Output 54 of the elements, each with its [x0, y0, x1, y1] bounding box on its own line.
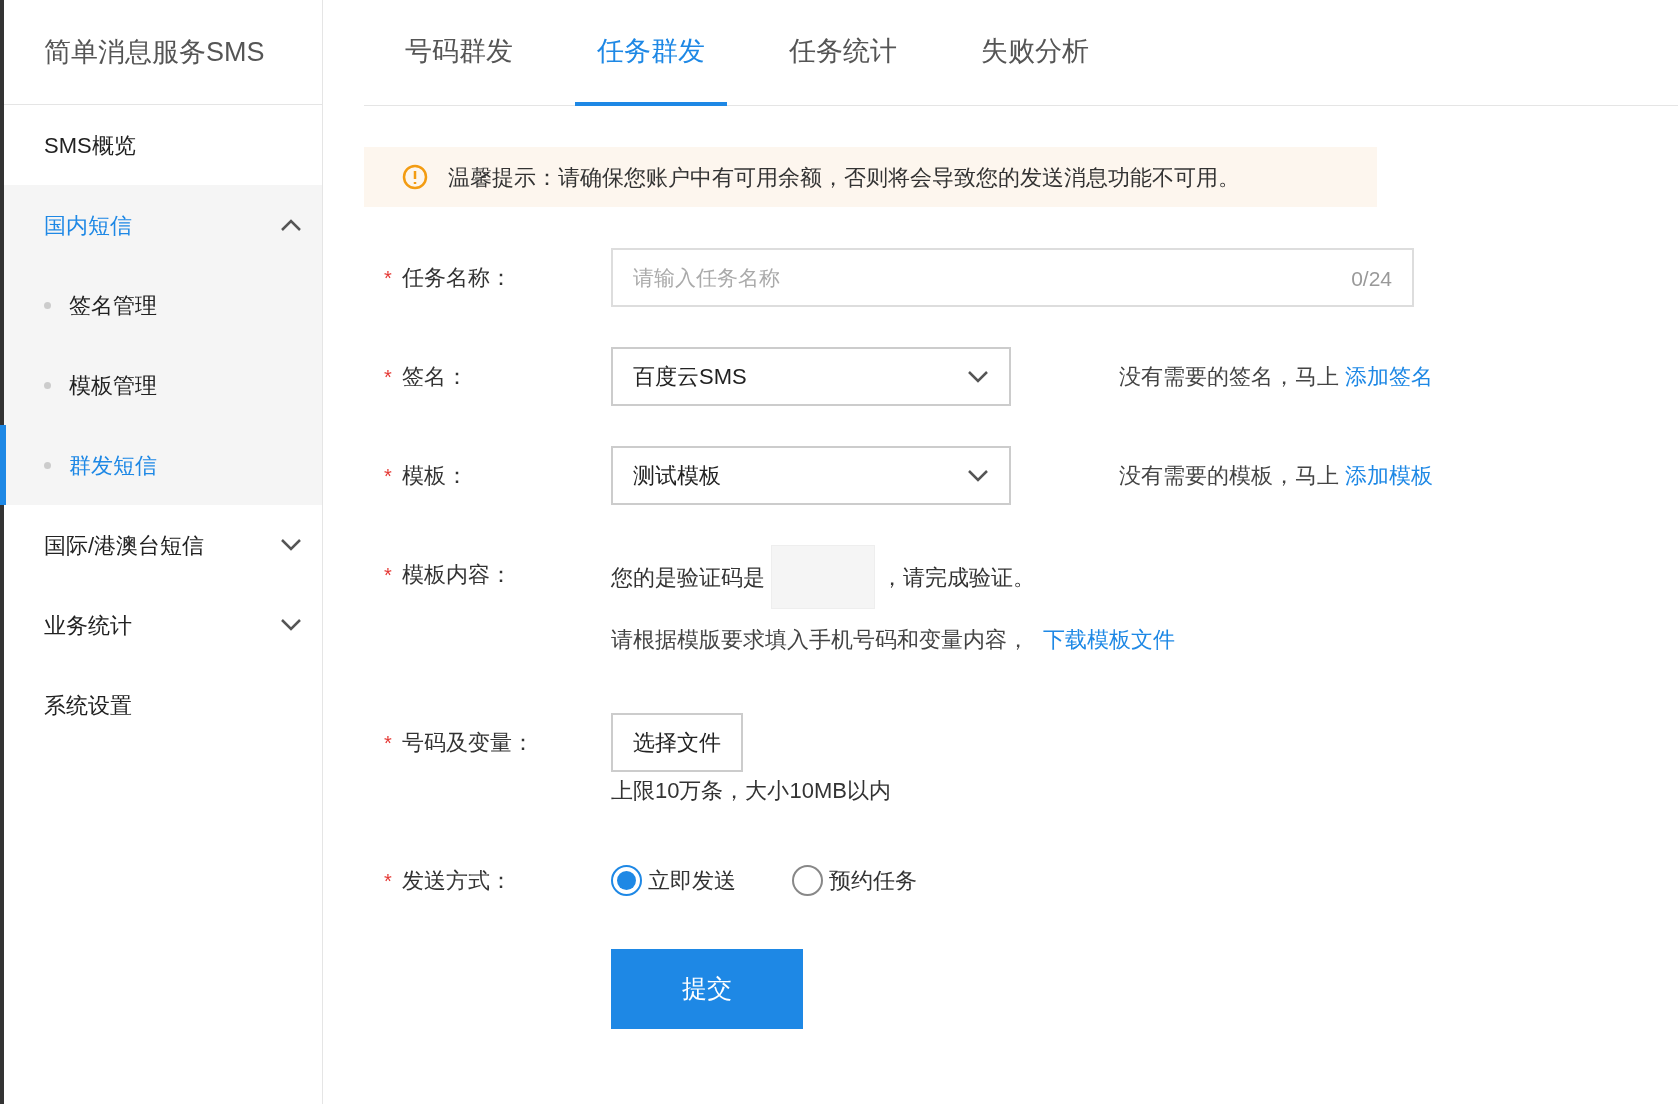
- field-label: 模板内容：: [402, 561, 512, 589]
- field-label: 模板：: [402, 462, 468, 490]
- notice-text: 温馨提示：请确保您账户中有可用余额，否则将会导致您的发送消息功能不可用。: [448, 163, 1240, 192]
- field-label: 签名：: [402, 363, 468, 391]
- template-text: 您的是验证码是: [611, 563, 765, 592]
- sidebar-item[interactable]: 系统设置: [4, 665, 322, 745]
- tab[interactable]: 失败分析: [959, 0, 1111, 106]
- required-mark: *: [384, 364, 393, 390]
- hint-text: 上限10万条，大小10MB以内: [611, 777, 891, 805]
- tab[interactable]: 任务统计: [767, 0, 919, 106]
- warning-icon: [402, 164, 428, 190]
- bullet-icon: [44, 381, 51, 389]
- sidebar-group[interactable]: 国际/港澳台短信: [4, 505, 322, 585]
- chevron-down-icon: [967, 468, 989, 483]
- sidebar-item-label: 签名管理: [69, 291, 157, 320]
- sidebar-title: 简单消息服务SMS: [44, 35, 265, 69]
- sidebar-item-label: 群发短信: [69, 451, 157, 480]
- note-text: 请根据模版要求填入手机号码和变量内容，: [611, 626, 1029, 654]
- select-field[interactable]: 测试模板: [611, 446, 1011, 505]
- tab[interactable]: 号码群发: [383, 0, 535, 106]
- char-counter: 0/24: [1351, 266, 1392, 292]
- link[interactable]: 添加模板: [1345, 459, 1433, 492]
- select-field[interactable]: 百度云SMS: [611, 347, 1011, 406]
- field-label: 号码及变量：: [402, 729, 534, 757]
- required-mark: *: [384, 265, 393, 291]
- sidebar-group[interactable]: 业务统计: [4, 585, 322, 665]
- required-mark: *: [384, 562, 393, 588]
- sidebar-item[interactable]: SMS概览: [4, 105, 322, 185]
- sidebar-item-label: 模板管理: [69, 371, 157, 400]
- radio-button[interactable]: [611, 865, 642, 896]
- sidebar-group-label: 国内短信: [44, 211, 132, 240]
- submit-button[interactable]: 提交: [611, 949, 803, 1029]
- field-label: 发送方式：: [402, 867, 512, 895]
- choose-file-button[interactable]: 选择文件: [611, 713, 743, 772]
- sidebar-item[interactable]: 签名管理: [0, 265, 322, 345]
- bullet-icon: [44, 461, 51, 469]
- radio-label: 立即发送: [648, 867, 736, 895]
- link[interactable]: 添加签名: [1345, 360, 1433, 393]
- radio-label: 预约任务: [829, 867, 917, 895]
- template-text: ，请完成验证。: [881, 563, 1035, 592]
- hint-text: 没有需要的模板，马上: [1119, 462, 1339, 490]
- radio-button[interactable]: [792, 865, 823, 896]
- sidebar-group-label: 国际/港澳台短信: [44, 531, 205, 560]
- required-mark: *: [384, 730, 393, 756]
- field-label: 任务名称：: [402, 264, 512, 292]
- tab[interactable]: 任务群发: [575, 0, 727, 106]
- bullet-icon: [44, 301, 51, 309]
- link[interactable]: 下载模板文件: [1043, 623, 1175, 656]
- sidebar-item[interactable]: 模板管理: [0, 345, 322, 425]
- required-mark: *: [384, 463, 393, 489]
- hint-text: 没有需要的签名，马上: [1119, 363, 1339, 391]
- sidebar-group-label: 业务统计: [44, 611, 132, 640]
- chevron-down-icon: [967, 369, 989, 384]
- required-mark: *: [384, 868, 393, 894]
